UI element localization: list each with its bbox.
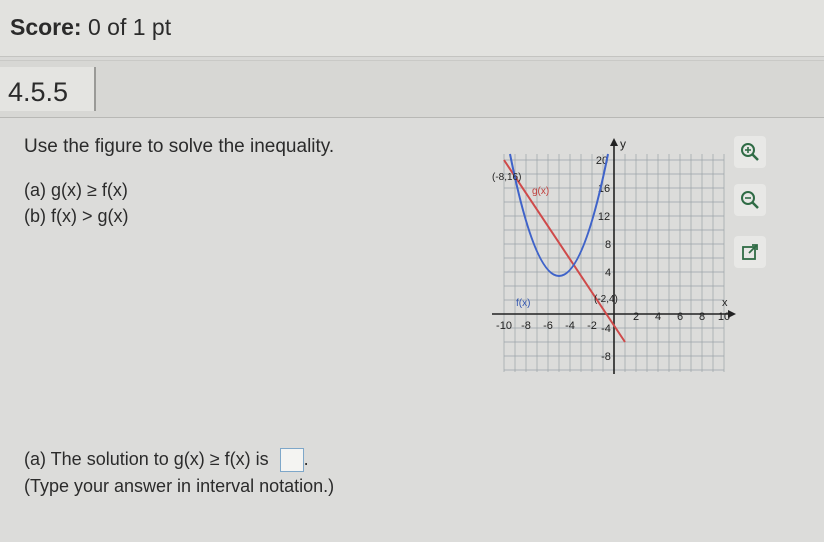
- y-tick-label: 8: [605, 239, 611, 251]
- zoom-in-icon: [741, 143, 759, 161]
- g-label: g(x): [532, 186, 549, 197]
- x-tick-label: -4: [565, 320, 575, 332]
- y-tick-label: -4: [601, 323, 611, 335]
- y-axis-label: y: [620, 137, 626, 151]
- score-text: Score: 0 of 1 pt: [10, 14, 171, 41]
- x-tick-label: -6: [543, 320, 553, 332]
- f-label: f(x): [516, 298, 530, 309]
- x-tick-label: 6: [677, 311, 683, 323]
- part-b-label: (b) f(x) > g(x): [24, 206, 129, 226]
- inequality-graph: x y -10 -8 -6 -4 -2 2 4 6 8 10 20 16 12 …: [492, 137, 736, 374]
- answer-hint: (Type your answer in interval notation.): [24, 476, 335, 496]
- open-new-window-icon: [742, 244, 758, 260]
- point-label-left: (-8,16): [492, 172, 521, 183]
- score-value: 0 of 1 pt: [87, 14, 172, 40]
- question-number: 4.5.5: [8, 77, 69, 107]
- x-tick-label: -2: [587, 320, 597, 332]
- part-a-label: (a) g(x) ≥ f(x): [24, 180, 128, 200]
- x-tick-label: 8: [699, 311, 705, 323]
- answer-prompt: (a) The solution to g(x) ≥ f(x) is: [24, 448, 269, 469]
- zoom-out-button[interactable]: [734, 184, 766, 216]
- question-number-box: 4.5.5: [0, 67, 96, 111]
- answer-line: (a) The solution to g(x) ≥ f(x) is .: [24, 448, 309, 472]
- score-bar: Score: 0 of 1 pt: [0, 0, 824, 57]
- point-label-right: (-2,4): [594, 294, 618, 305]
- y-axis-arrow: [610, 138, 618, 146]
- zoom-out-icon: [741, 191, 759, 209]
- x-tick-label: 10: [718, 311, 730, 323]
- y-tick-label: 12: [598, 211, 610, 223]
- x-tick-label: 2: [633, 311, 639, 323]
- question-content: Use the figure to solve the inequality. …: [0, 118, 824, 542]
- x-tick-label: 4: [655, 311, 661, 323]
- answer-input[interactable]: [279, 448, 304, 472]
- instruction-text: Use the figure to solve the inequality.: [24, 136, 335, 157]
- x-tick-label: -10: [496, 320, 512, 332]
- y-tick-label: 4: [605, 267, 611, 279]
- x-tick-label: -8: [521, 320, 531, 332]
- score-label: Score:: [10, 14, 82, 40]
- zoom-in-button[interactable]: [734, 136, 766, 168]
- x-axis-label: x: [722, 297, 728, 309]
- answer-suffix: .: [303, 448, 309, 469]
- open-new-window-button[interactable]: [734, 236, 766, 268]
- y-tick-label: -8: [601, 351, 611, 363]
- question-header: 4.5.5: [0, 60, 824, 118]
